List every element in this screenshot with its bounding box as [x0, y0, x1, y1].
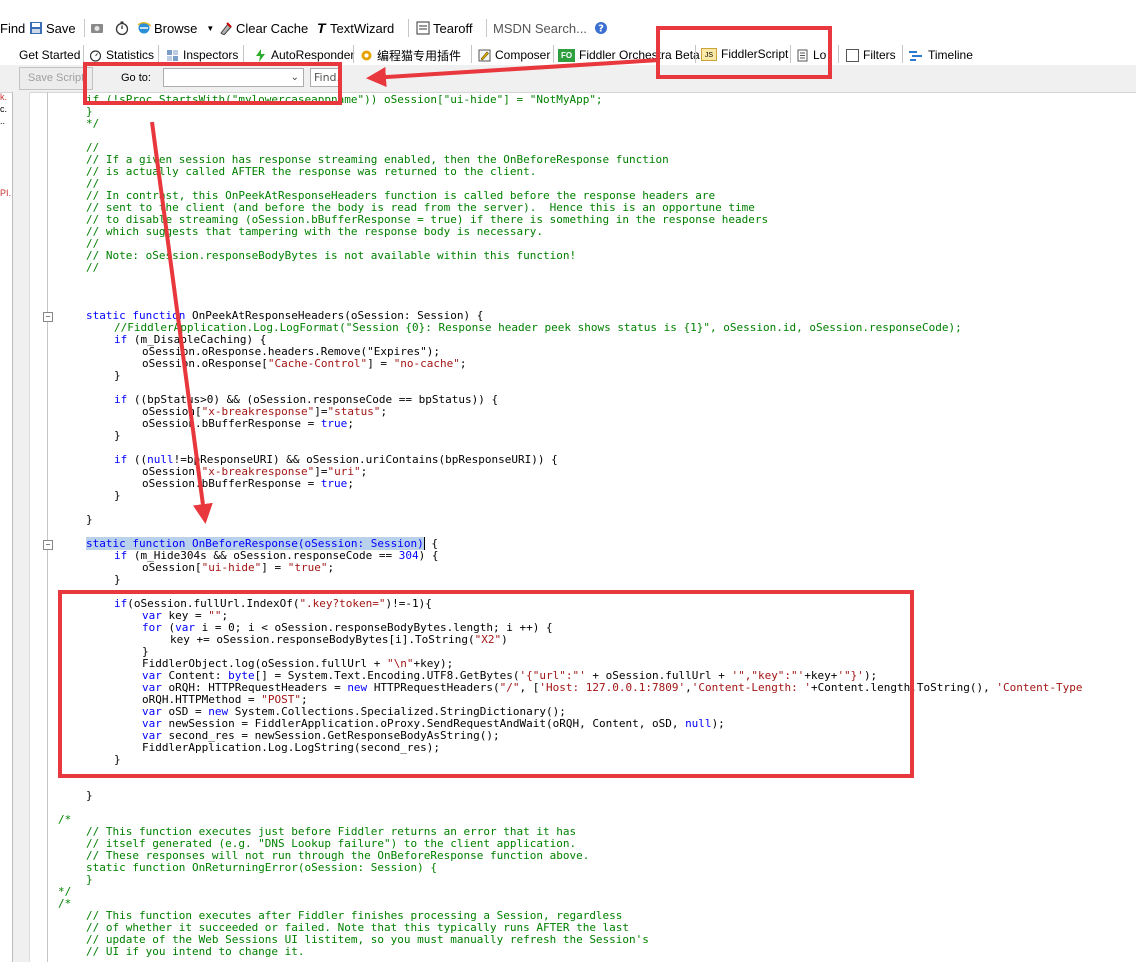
annotation-arrows	[150, 58, 661, 524]
arrow-to-find	[366, 58, 661, 87]
arrow-to-onbeforeresponse	[150, 121, 213, 524]
